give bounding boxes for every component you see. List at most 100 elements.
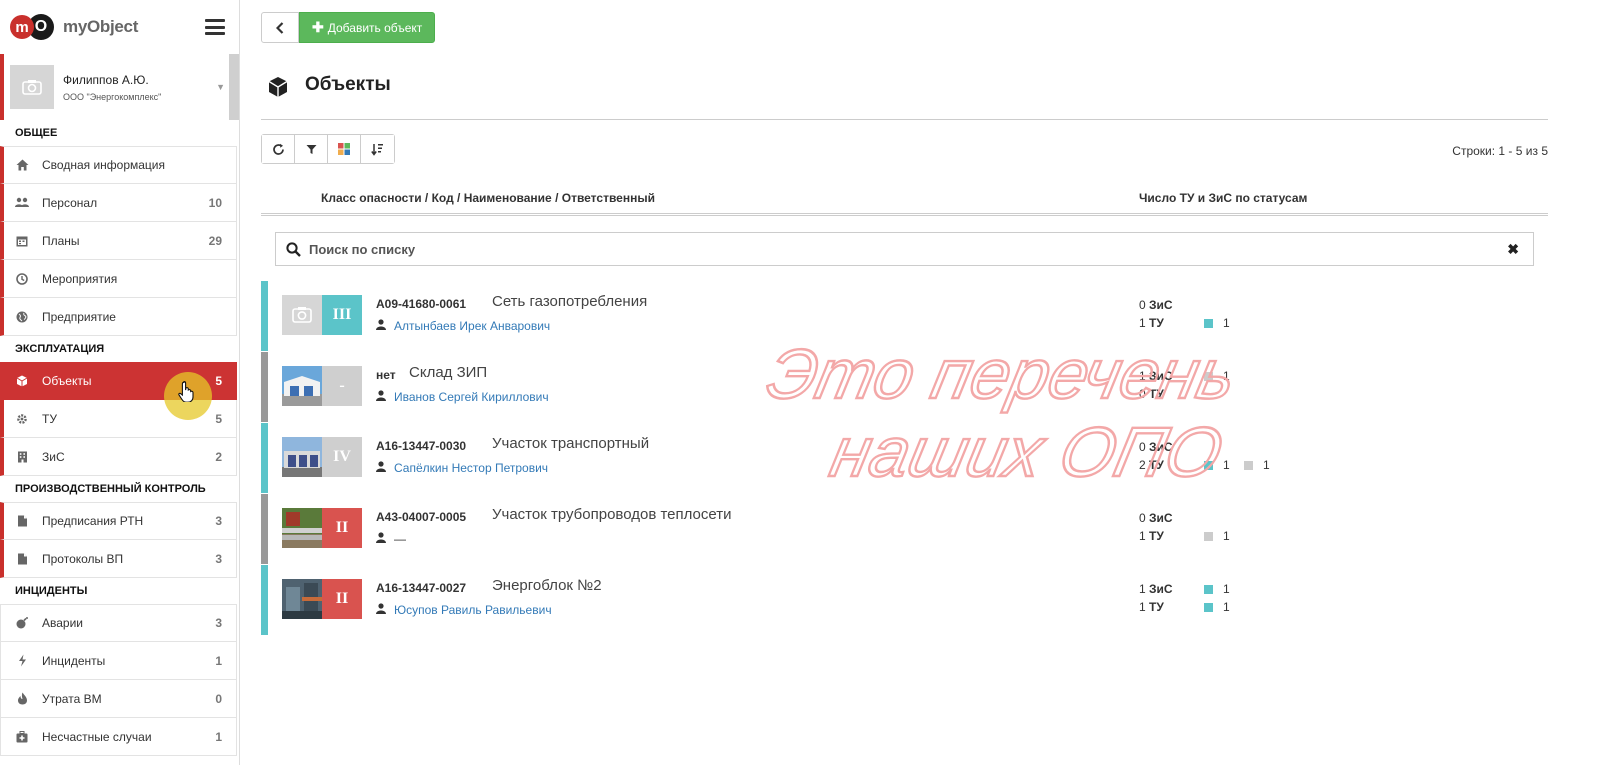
search-bar: ✖ — [275, 232, 1534, 266]
object-thumbnail[interactable] — [282, 437, 322, 477]
filter-button[interactable] — [295, 135, 328, 163]
sidebar-item[interactable]: Предписания РТН 3 — [0, 502, 237, 540]
tu-count: 1 — [1139, 529, 1146, 543]
camera-icon[interactable] — [282, 295, 322, 335]
tu-status-line: 0 ТУ — [1139, 387, 1164, 401]
object-responsible[interactable]: Юсупов Равиль Равильевич — [376, 603, 552, 617]
grid-view-button[interactable] — [328, 135, 361, 163]
sidebar-item-count: 0 — [215, 691, 222, 706]
sidebar-item-label: Предприятие — [42, 309, 116, 324]
zis-label: ЗиС — [1149, 582, 1173, 596]
sidebar-section-title: ИНЦИДЕНТЫ — [15, 585, 88, 597]
sidebar-item[interactable]: Протоколы ВП 3 — [0, 540, 237, 578]
sidebar-item[interactable]: Сводная информация — [0, 146, 237, 184]
sidebar-item-count: 5 — [215, 374, 222, 388]
clear-search-icon[interactable]: ✖ — [1507, 241, 1519, 258]
cube-icon — [268, 77, 288, 97]
grid-colors-icon — [338, 143, 350, 155]
sidebar-item-label: Протоколы ВП — [42, 551, 124, 566]
tu-label: ТУ — [1149, 529, 1164, 543]
tu-label: ТУ — [1149, 387, 1164, 401]
fire-icon — [14, 692, 30, 705]
sort-button[interactable] — [361, 135, 394, 163]
row-status-bar — [261, 352, 268, 422]
object-row[interactable]: III А09-41680-0061 Сеть газопотребления Алт… — [261, 281, 1548, 351]
object-row[interactable]: IV А16-13447-0030 Участок транспортный Сапё… — [261, 423, 1548, 493]
sidebar-item-count: 1 — [215, 653, 222, 668]
column-header-status[interactable]: Число ТУ и ЗиС по статусам — [1139, 191, 1307, 205]
calendar-icon — [14, 235, 30, 247]
sidebar-item-count: 3 — [215, 616, 222, 630]
sidebar: m O myObject Филиппов А.Ю. ООО "Энергоко… — [0, 0, 240, 765]
clock-icon — [14, 272, 30, 285]
sidebar-item[interactable]: Инциденты 1 — [0, 642, 237, 680]
sidebar-item-count: 2 — [215, 449, 222, 464]
sidebar-item-label: Предписания РТН — [42, 514, 144, 528]
object-name[interactable]: Участок транспортный — [492, 435, 649, 452]
object-responsible[interactable]: Алтынбаев Ирек Анварович — [376, 319, 550, 333]
object-thumbnail[interactable] — [282, 579, 322, 619]
sidebar-item[interactable]: Мероприятия — [0, 260, 237, 298]
app-name: myObject — [63, 17, 139, 36]
back-button[interactable] — [261, 12, 299, 43]
zis-status-line: 1 ЗиС — [1139, 582, 1173, 596]
hazard-class-badge: IV — [322, 437, 362, 477]
sidebar-scrollbar[interactable] — [229, 54, 239, 120]
sidebar-item[interactable]: ТУ 5 — [0, 400, 237, 438]
globe-icon — [14, 311, 30, 323]
object-thumbnail[interactable] — [282, 366, 322, 406]
object-name[interactable]: Энергоблок №2 — [492, 577, 602, 594]
logo-mark: m O — [10, 14, 54, 40]
column-header-object[interactable]: Класс опасности / Код / Наименование / О… — [321, 191, 655, 205]
zis-status-line: 0 ЗиС — [1139, 440, 1173, 454]
object-code: А43-04007-0005 — [376, 510, 467, 524]
status-square — [1204, 585, 1213, 594]
menu-toggle-icon[interactable] — [205, 19, 225, 35]
status-count: 1 — [1223, 369, 1230, 383]
sidebar-item[interactable]: Утрата ВМ 0 — [0, 680, 237, 718]
status-count: 1 — [1223, 458, 1230, 472]
users-icon — [14, 197, 30, 208]
user-icon — [376, 319, 386, 333]
object-row[interactable]: - нет Склад ЗИП Иванов Сергей Кириллович 1 З… — [261, 352, 1548, 422]
user-profile[interactable]: Филиппов А.Ю. ООО "Энергокомплекс" ▼ — [0, 54, 239, 120]
chevron-left-icon — [276, 21, 284, 34]
sidebar-item[interactable]: Аварии 3 — [0, 604, 237, 642]
object-responsible[interactable]: Сапёлкин Нестор Петрович — [376, 461, 548, 475]
status-count: 1 — [1223, 582, 1230, 596]
sidebar-item[interactable]: ЗиС 2 — [0, 438, 237, 476]
rows-info: Строки: 1 - 5 из 5 — [1452, 144, 1548, 158]
object-name[interactable]: Сеть газопотребления — [492, 293, 647, 310]
add-object-label: Добавить объект — [327, 20, 423, 35]
app-logo[interactable]: m O myObject — [0, 0, 239, 54]
home-icon — [14, 159, 30, 171]
search-input[interactable] — [309, 241, 1459, 257]
zis-label: ЗиС — [1149, 369, 1173, 383]
sidebar-item-count: 29 — [208, 233, 222, 248]
sidebar-item[interactable]: Персонал 10 — [0, 184, 237, 222]
add-object-button[interactable]: ✚ Добавить объект — [299, 12, 436, 43]
object-row[interactable]: II А16-13447-0027 Энергоблок №2 Юсупов Рави… — [261, 565, 1548, 635]
sidebar-item[interactable]: Несчастные случаи 1 — [0, 718, 237, 756]
object-name[interactable]: Участок трубопроводов теплосети — [492, 506, 731, 523]
sidebar-item[interactable]: Планы 29 — [0, 222, 237, 260]
building-icon — [14, 451, 30, 463]
avatar — [10, 65, 54, 109]
responsible-name: Иванов Сергей Кириллович — [394, 390, 549, 404]
sidebar-nav: ОБЩЕЕ Сводная информация Персонал 10 Планы 29… — [0, 120, 239, 756]
status-count: 1 — [1223, 316, 1230, 330]
row-status-bar — [261, 565, 268, 635]
object-row[interactable]: II А43-04007-0005 Участок трубопроводов те… — [261, 494, 1548, 564]
refresh-button[interactable] — [262, 135, 295, 163]
object-name[interactable]: Склад ЗИП — [409, 364, 487, 381]
tu-status-line: 1 ТУ — [1139, 529, 1164, 543]
object-responsible[interactable]: — — [376, 532, 406, 546]
zis-label: ЗиС — [1149, 298, 1173, 312]
object-thumbnail[interactable] — [282, 508, 322, 548]
refresh-icon — [272, 143, 284, 155]
sidebar-item[interactable]: Объекты 5 — [0, 362, 237, 420]
object-responsible[interactable]: Иванов Сергей Кириллович — [376, 390, 549, 404]
sidebar-item-label: Утрата ВМ — [42, 691, 102, 706]
sidebar-item[interactable]: Предприятие — [0, 298, 237, 336]
profile-dropdown-icon[interactable]: ▼ — [216, 82, 225, 92]
